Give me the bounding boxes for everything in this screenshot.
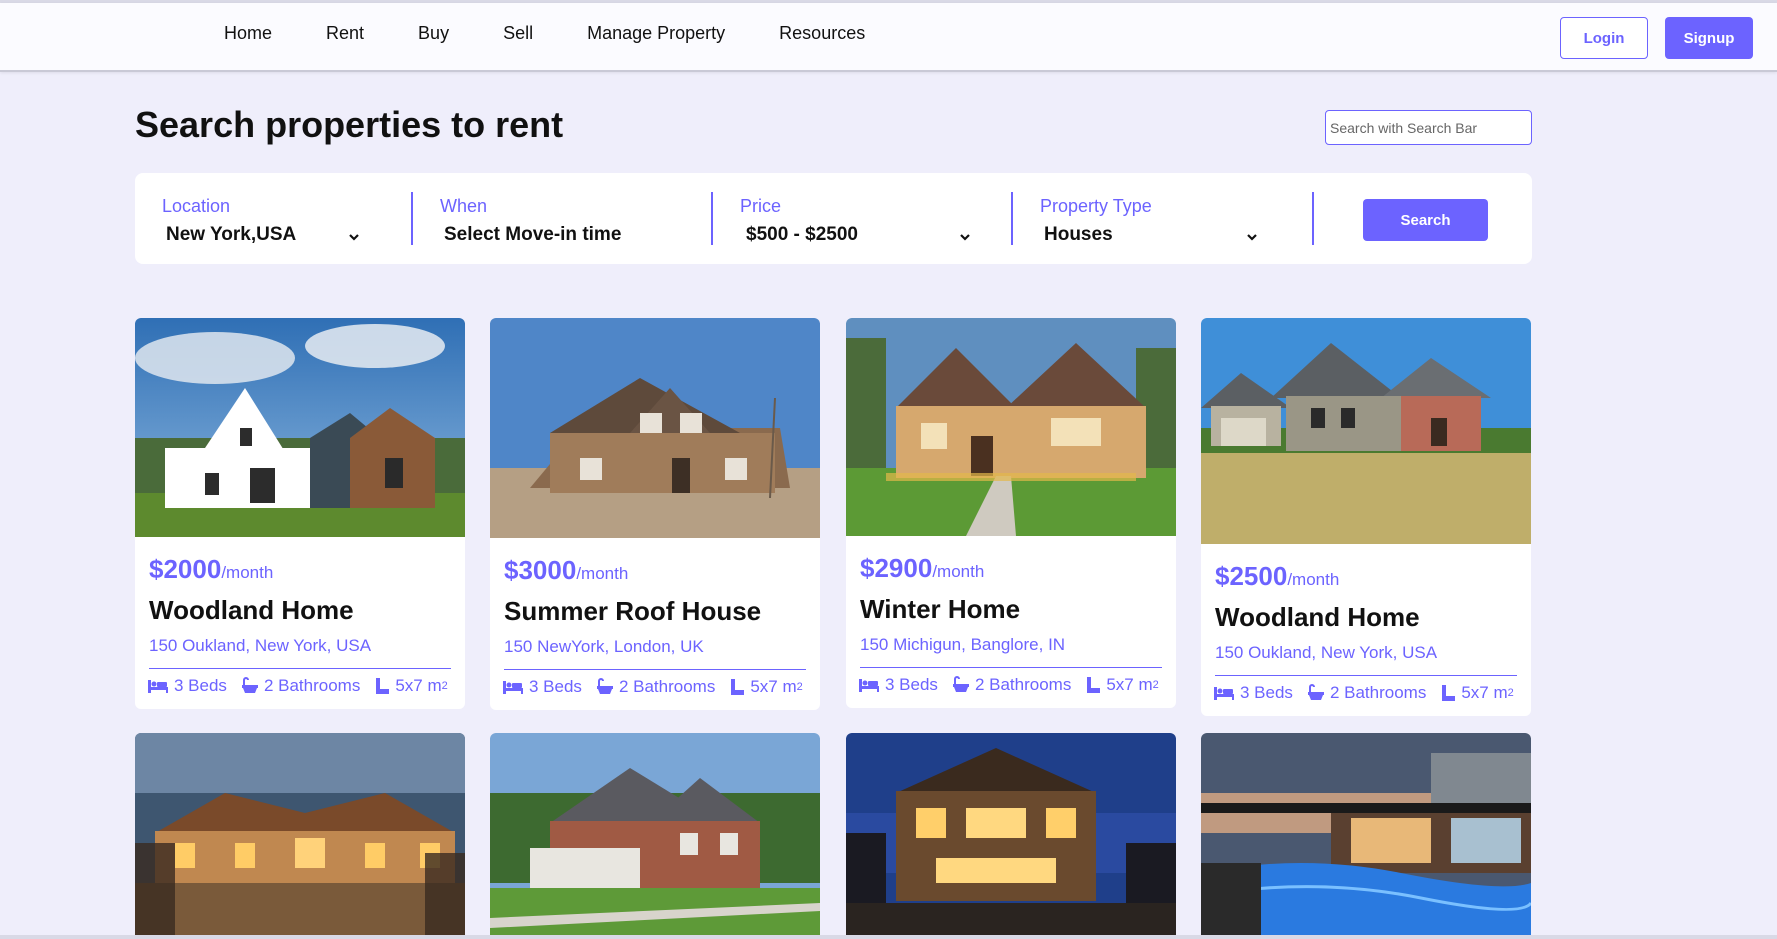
- bed-icon: [503, 681, 523, 694]
- login-button[interactable]: Login: [1560, 17, 1648, 59]
- listing-price: $3000/month: [504, 555, 629, 585]
- beds-feature: 3 Beds: [502, 677, 582, 697]
- listing-name: Woodland Home: [1215, 602, 1420, 632]
- bed-icon: [148, 680, 168, 693]
- listing-name: Woodland Home: [149, 595, 354, 625]
- property-photo: [1201, 318, 1531, 544]
- listing-card[interactable]: $2500/month Woodland Home 150 Oukland, N…: [1201, 318, 1531, 716]
- listing-price: $2000/month: [149, 554, 274, 584]
- chevron-down-icon: [960, 234, 970, 241]
- page-title: Search properties to rent: [135, 104, 564, 145]
- baths-feature: 2 Bathrooms: [952, 675, 1071, 695]
- listing-card[interactable]: [846, 733, 1176, 935]
- bed-icon: [859, 679, 879, 692]
- chevron-down-icon: [1247, 234, 1257, 241]
- card-divider: [860, 667, 1162, 668]
- property-photo: [135, 318, 465, 537]
- property-photo: [846, 733, 1176, 935]
- listing-price: $2900/month: [860, 553, 985, 583]
- listing-features: 3 Beds 2 Bathrooms 5x7 m2: [1213, 683, 1514, 703]
- beds-feature: 3 Beds: [858, 675, 938, 695]
- listing-name: Winter Home: [860, 594, 1021, 624]
- chevron-down-icon: [349, 234, 359, 241]
- property-photo: [1201, 733, 1531, 935]
- when-value: Select Move-in time: [444, 224, 622, 245]
- card-divider: [149, 668, 451, 669]
- baths-feature: 2 Bathrooms: [596, 677, 715, 697]
- listing-card[interactable]: [490, 733, 820, 935]
- price-label: Price: [740, 196, 782, 216]
- beds-feature: 3 Beds: [1213, 683, 1293, 703]
- area-feature: 5x7 m2: [1440, 683, 1514, 703]
- listing-name: Summer Roof House: [504, 596, 762, 626]
- area-feature: 5x7 m2: [374, 676, 448, 696]
- listing-address: 150 Michigun, Banglore, IN: [860, 635, 1066, 654]
- baths-feature: 2 Bathrooms: [241, 676, 360, 696]
- card-divider: [1215, 675, 1517, 676]
- listing-card[interactable]: $2000/month Woodland Home 150 Oukland, N…: [135, 318, 465, 709]
- price-filter[interactable]: Price $500 - $2500: [713, 173, 1011, 264]
- price-value: $500 - $2500: [746, 224, 858, 245]
- nav-manage-property[interactable]: Manage Property: [587, 23, 725, 44]
- filter-bar: Location New York,USA When Select Move-i…: [135, 173, 1532, 264]
- ruler-icon: [1442, 685, 1456, 701]
- when-label: When: [440, 196, 488, 216]
- listing-features: 3 Beds 2 Bathrooms 5x7 m2: [858, 675, 1159, 695]
- ruler-icon: [376, 678, 390, 694]
- navbar: Home Rent Buy Sell Manage Property Resou…: [0, 3, 1777, 72]
- listing-card[interactable]: $3000/month Summer Roof House 150 NewYor…: [490, 318, 820, 710]
- ruler-icon: [731, 679, 745, 695]
- location-value: New York,USA: [166, 224, 297, 245]
- bathtub-icon: [596, 678, 613, 694]
- location-filter[interactable]: Location New York,USA: [135, 173, 405, 264]
- listing-price: $2500/month: [1215, 561, 1340, 591]
- when-filter[interactable]: When Select Move-in time: [413, 173, 711, 264]
- listing-card[interactable]: [135, 733, 465, 935]
- property-type-value: Houses: [1044, 224, 1113, 245]
- signup-button[interactable]: Signup: [1665, 17, 1753, 59]
- listing-address: 150 Oukland, New York, USA: [1215, 643, 1438, 662]
- filter-divider: [1312, 192, 1314, 245]
- property-type-filter[interactable]: Property Type Houses: [1013, 173, 1311, 264]
- bed-icon: [1214, 687, 1234, 700]
- nav-links: Home Rent Buy Sell Manage Property Resou…: [224, 23, 919, 44]
- listing-address: 150 NewYork, London, UK: [504, 637, 704, 656]
- property-photo: [490, 733, 820, 935]
- card-divider: [504, 669, 806, 670]
- nav-sell[interactable]: Sell: [503, 23, 533, 44]
- location-label: Location: [162, 196, 231, 216]
- property-type-label: Property Type: [1040, 196, 1152, 216]
- listing-features: 3 Beds 2 Bathrooms 5x7 m2: [147, 676, 448, 696]
- search-input[interactable]: [1325, 110, 1532, 145]
- search-button[interactable]: Search: [1363, 199, 1488, 241]
- nav-home[interactable]: Home: [224, 23, 272, 44]
- beds-feature: 3 Beds: [147, 676, 227, 696]
- property-photo: [490, 318, 820, 538]
- property-photo: [135, 733, 465, 935]
- listing-card[interactable]: $2900/month Winter Home 150 Michigun, Ba…: [846, 318, 1176, 708]
- area-feature: 5x7 m2: [729, 677, 803, 697]
- nav-resources[interactable]: Resources: [779, 23, 865, 44]
- bathtub-icon: [241, 677, 258, 693]
- bottom-edge: [0, 935, 1777, 939]
- listing-address: 150 Oukland, New York, USA: [149, 636, 372, 655]
- nav-buy[interactable]: Buy: [418, 23, 449, 44]
- area-feature: 5x7 m2: [1085, 675, 1159, 695]
- bathtub-icon: [952, 676, 969, 692]
- baths-feature: 2 Bathrooms: [1307, 683, 1426, 703]
- nav-rent[interactable]: Rent: [326, 23, 364, 44]
- listing-features: 3 Beds 2 Bathrooms 5x7 m2: [502, 677, 803, 697]
- listing-card[interactable]: [1201, 733, 1531, 935]
- bathtub-icon: [1307, 684, 1324, 700]
- property-photo: [846, 318, 1176, 536]
- ruler-icon: [1087, 677, 1101, 693]
